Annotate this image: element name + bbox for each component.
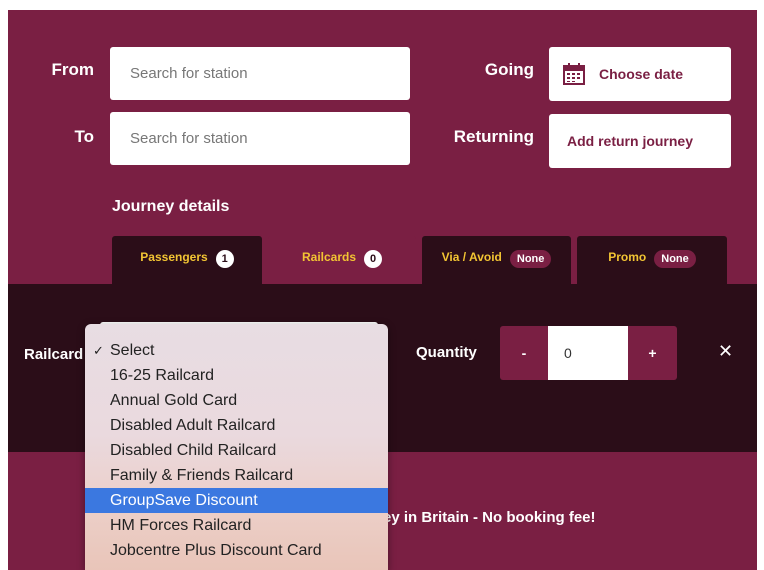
railcard-option-groupsave[interactable]: GroupSave Discount: [85, 488, 388, 513]
quantity-label: Quantity: [416, 344, 477, 361]
to-station-input[interactable]: Search for station: [110, 112, 410, 165]
no-booking-fee-message: rney in Britain - No booking fee!: [368, 509, 596, 526]
passengers-count-badge: 1: [215, 250, 234, 268]
railcard-option-annual-gold[interactable]: Annual Gold Card: [85, 388, 388, 413]
from-station-input[interactable]: Search for station: [110, 47, 410, 100]
quantity-increment-button[interactable]: +: [628, 326, 677, 380]
railcard-option-16-25[interactable]: 16-25 Railcard: [85, 363, 388, 388]
railcard-dropdown-list: ✓ Select 16-25 Railcard Annual Gold Card…: [85, 324, 388, 570]
via-avoid-badge: None: [509, 250, 552, 268]
railcard-label: Railcard: [24, 346, 84, 363]
railcard-option-label: Select: [110, 342, 155, 359]
journey-details-title: Journey details: [112, 198, 230, 215]
checkmark-icon: ✓: [93, 343, 104, 358]
close-icon[interactable]: ✕: [718, 341, 733, 362]
tab-passengers-label: Passengers: [140, 250, 208, 264]
railcard-option-family-friends[interactable]: Family & Friends Railcard: [85, 463, 388, 488]
to-label: To: [74, 127, 94, 146]
choose-date-label: Choose date: [599, 66, 684, 82]
railcard-option-disabled-adult[interactable]: Disabled Adult Railcard: [85, 413, 388, 438]
railcard-option-jobcentre-plus[interactable]: Jobcentre Plus Discount Card: [85, 538, 388, 563]
going-label: Going: [484, 60, 534, 79]
quantity-decrement-button[interactable]: -: [500, 326, 548, 380]
railcard-option-select[interactable]: ✓ Select: [85, 338, 388, 363]
quantity-input[interactable]: 0: [548, 326, 628, 380]
returning-label: Returning: [453, 127, 534, 146]
tab-via-avoid[interactable]: Via / Avoid None: [422, 236, 571, 288]
tab-promo-label: Promo: [608, 250, 647, 264]
tab-via-avoid-label: Via / Avoid: [441, 250, 502, 264]
tab-promo[interactable]: Promo None: [577, 236, 727, 288]
add-return-journey-button[interactable]: Add return journey: [549, 114, 731, 168]
promo-badge: None: [654, 250, 696, 268]
calendar-icon: [563, 63, 585, 85]
tab-railcards[interactable]: Railcards 0: [268, 236, 416, 288]
tab-railcards-label: Railcards: [301, 250, 357, 264]
from-label: From: [51, 60, 95, 79]
railcard-option-disabled-child[interactable]: Disabled Child Railcard: [85, 438, 388, 463]
railcard-option-hm-forces[interactable]: HM Forces Railcard: [85, 513, 388, 538]
tab-passengers[interactable]: Passengers 1: [112, 236, 262, 288]
choose-date-button[interactable]: Choose date: [549, 47, 731, 101]
railcards-count-badge: 0: [364, 250, 383, 268]
